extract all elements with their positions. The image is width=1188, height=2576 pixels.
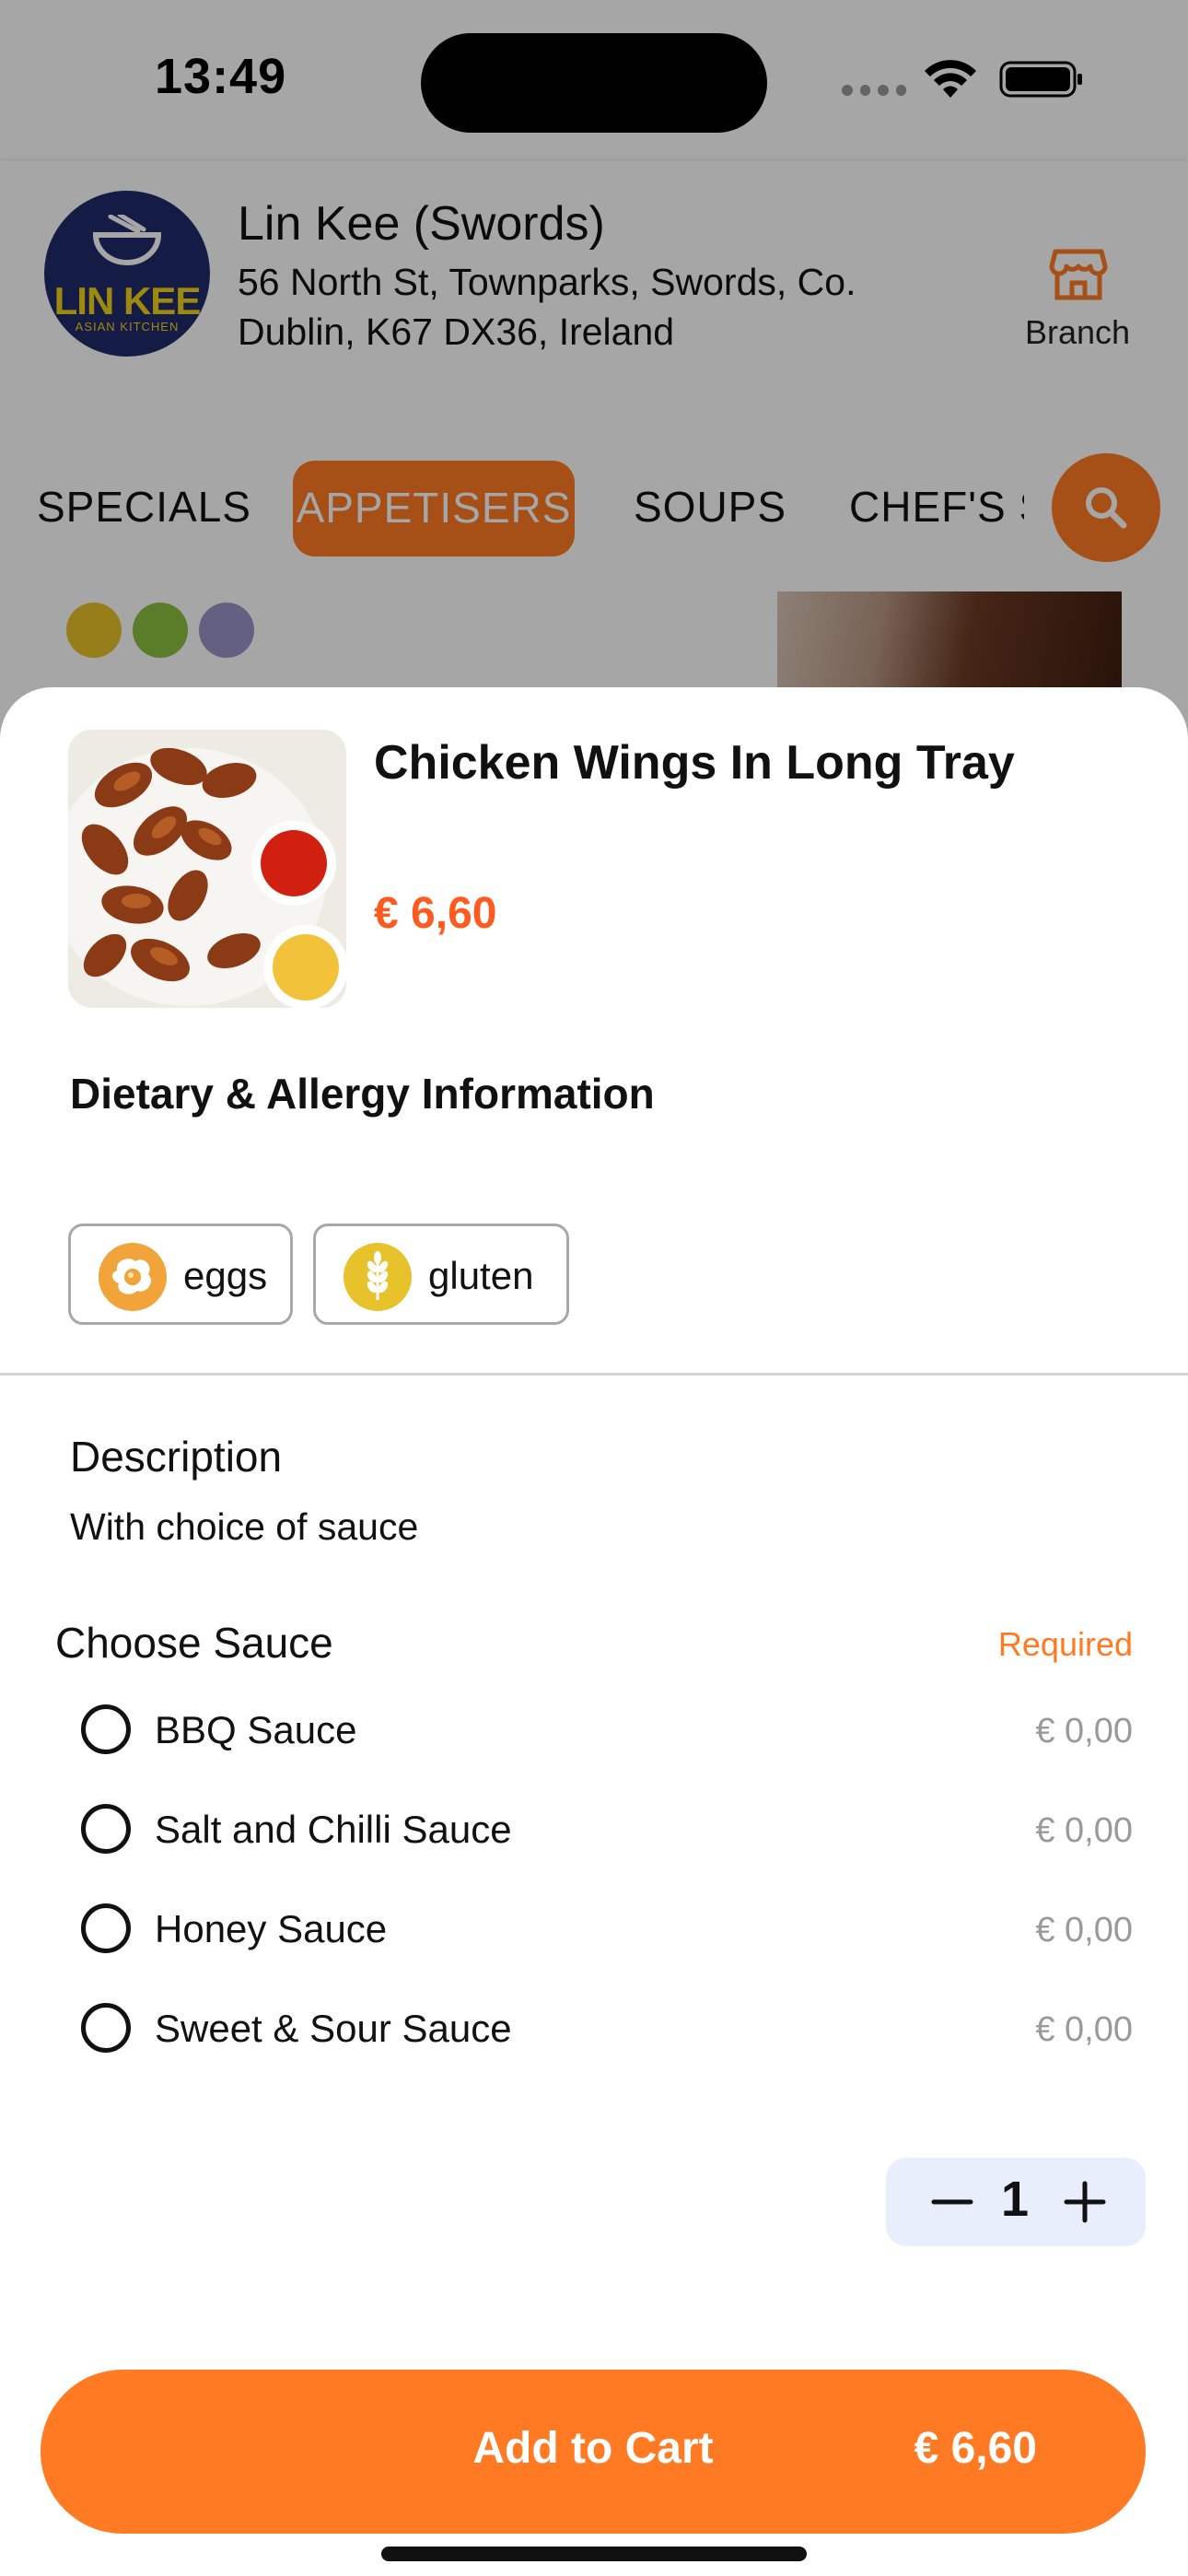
radio-button[interactable] — [81, 1903, 131, 1953]
option-label: Salt and Chilli Sauce — [155, 1808, 512, 1851]
option-salt-and-chilli-sauce[interactable]: Salt and Chilli Sauce € 0,00 — [0, 1782, 1188, 1881]
radio-button[interactable] — [81, 1804, 131, 1854]
item-price: € 6,60 — [374, 889, 497, 938]
required-badge: Required — [997, 1625, 1133, 1663]
option-label: Honey Sauce — [155, 1907, 388, 1950]
chicken-wings-image — [68, 730, 346, 1008]
allergen-label-gluten: gluten — [428, 1254, 534, 1297]
radio-button[interactable] — [81, 1704, 131, 1754]
section-divider — [0, 1373, 1188, 1376]
allergen-chip-eggs: eggs — [68, 1224, 293, 1325]
quantity-value: 1 — [1000, 2172, 1030, 2227]
option-price: € 0,00 — [1035, 2010, 1133, 2049]
allergen-label-eggs: eggs — [183, 1254, 268, 1297]
option-group-title: Choose Sauce — [55, 1619, 333, 1667]
item-image — [68, 730, 346, 1008]
minus-icon[interactable] — [919, 2169, 985, 2235]
allergen-chip-gluten: gluten — [313, 1224, 569, 1325]
option-price: € 0,00 — [1035, 1811, 1133, 1850]
quantity-stepper: 1 — [886, 2158, 1146, 2246]
dietary-heading: Dietary & Allergy Information — [70, 1070, 655, 1118]
description-text: With choice of sauce — [70, 1505, 419, 1548]
option-price: € 0,00 — [1035, 1911, 1133, 1950]
option-sweet-and-sour-sauce[interactable]: Sweet & Sour Sauce € 0,00 — [0, 1981, 1188, 2080]
option-label: Sweet & Sour Sauce — [155, 2007, 512, 2050]
egg-icon — [99, 1243, 167, 1311]
radio-button[interactable] — [81, 2003, 131, 2053]
wheat-icon — [344, 1243, 412, 1311]
option-label: BBQ Sauce — [155, 1708, 357, 1751]
add-to-cart-button[interactable]: Add to Cart € 6,60 — [41, 2370, 1146, 2534]
home-indicator[interactable] — [381, 2547, 807, 2561]
description-heading: Description — [70, 1433, 283, 1481]
item-title: Chicken Wings In Long Tray — [374, 736, 1015, 790]
item-detail-sheet: Chicken Wings In Long Tray € 6,60 Dietar… — [0, 687, 1188, 2576]
add-to-cart-price: € 6,60 — [914, 2424, 1037, 2473]
option-price: € 0,00 — [1035, 1712, 1133, 1751]
option-honey-sauce[interactable]: Honey Sauce € 0,00 — [0, 1881, 1188, 1981]
option-bbq-sauce[interactable]: BBQ Sauce € 0,00 — [0, 1682, 1188, 1782]
plus-icon[interactable] — [1052, 2169, 1118, 2235]
